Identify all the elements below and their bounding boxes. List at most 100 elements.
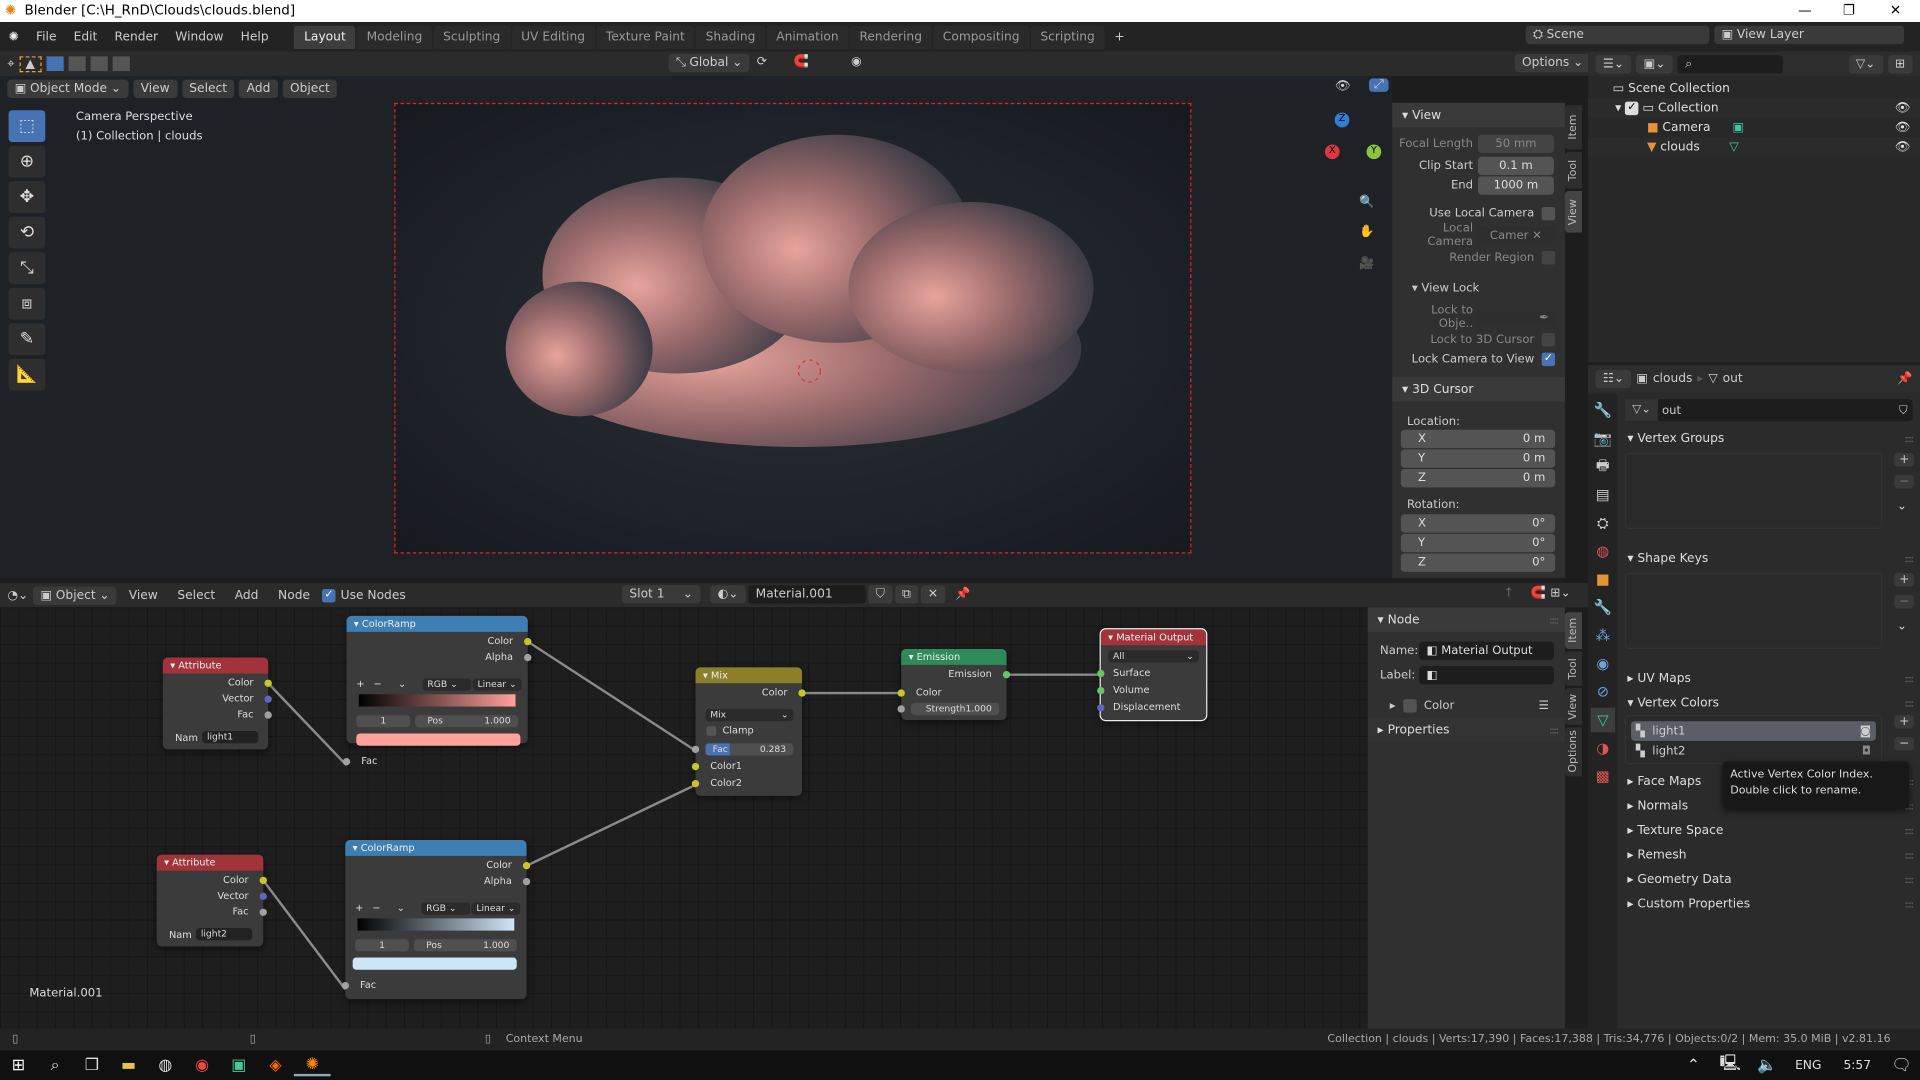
- tool-settings-tab-icon[interactable]: 🔧: [1591, 398, 1615, 422]
- input-socket-displacement[interactable]: [1097, 704, 1105, 712]
- scale-tool-icon[interactable]: ⤡: [8, 252, 46, 285]
- snap-icon[interactable]: 🧲: [1531, 587, 1546, 600]
- outliner-search-input[interactable]: ⌕: [1677, 54, 1784, 73]
- tab-shading[interactable]: Shading: [695, 25, 766, 49]
- tab-scripting[interactable]: Scripting: [1030, 25, 1105, 49]
- material-output-node[interactable]: ▾ Material Output All ⌄ Surface Volume Di…: [1097, 628, 1208, 722]
- sidebar-tab-item[interactable]: Item: [1564, 105, 1583, 150]
- sidebar-tab-view[interactable]: View: [1564, 191, 1583, 233]
- attribute-node-2[interactable]: ▾ Attribute Color Vector Fac Nam light2: [156, 854, 267, 947]
- material-name-field[interactable]: Material.001: [748, 585, 866, 604]
- attribute-name-field[interactable]: light2: [195, 928, 253, 941]
- tab-rendering[interactable]: Rendering: [849, 25, 932, 49]
- viewport-menu-object[interactable]: Object: [282, 78, 338, 98]
- proportional-edit-icon[interactable]: ◉: [851, 55, 862, 68]
- menu-edit[interactable]: Edit: [65, 30, 106, 43]
- render-region-checkbox[interactable]: [1541, 250, 1556, 264]
- texture-space-header[interactable]: ▸ Texture Space::::: [1618, 818, 1920, 842]
- geometry-data-header[interactable]: ▸ Geometry Data::::: [1618, 867, 1920, 891]
- camera-view-icon[interactable]: 🎥: [1359, 257, 1374, 270]
- input-socket-strength[interactable]: [897, 705, 905, 713]
- slot-dropdown[interactable]: Slot 1 ⌄: [622, 585, 701, 604]
- location-z-field[interactable]: Z 0 m: [1400, 468, 1556, 488]
- remove-shape-key-button[interactable]: −: [1894, 595, 1915, 609]
- uv-maps-header[interactable]: ▸ UV Maps::::: [1618, 666, 1920, 690]
- viewport-menu-view[interactable]: View: [133, 78, 178, 98]
- output-socket-fac[interactable]: [264, 711, 272, 719]
- eye-icon[interactable]: 👁: [1895, 121, 1911, 134]
- node-panel-header[interactable]: ▾ Node::::: [1367, 607, 1565, 632]
- select-mode-extend-icon[interactable]: [68, 56, 86, 72]
- node-menu-node[interactable]: Node: [271, 586, 318, 604]
- use-nodes-checkbox[interactable]: ✓: [322, 588, 336, 602]
- transform-tool-icon[interactable]: ⧈: [8, 287, 46, 320]
- material-browse-icon[interactable]: ◐⌄: [710, 585, 746, 604]
- app-icon[interactable]: ◍: [147, 1056, 184, 1074]
- shader-type-dropdown[interactable]: ▣ Object ⌄: [33, 585, 117, 605]
- scene-selector[interactable]: ⛭ Scene: [1525, 25, 1710, 45]
- mix-node[interactable]: ▾ Mix Color Mix ⌄ Clamp Fac 0.283 Color1 …: [691, 667, 806, 796]
- outliner-collection[interactable]: ▾ ✓ ▭ Collection 👁: [1588, 97, 1920, 118]
- select-tool-icon[interactable]: ▲: [19, 55, 42, 72]
- constraints-tab-icon[interactable]: ⊘: [1591, 680, 1615, 704]
- parent-node-tree-icon[interactable]: ↑: [1504, 587, 1514, 600]
- menu-window[interactable]: Window: [167, 30, 232, 43]
- particles-tab-icon[interactable]: ⁂: [1591, 623, 1615, 647]
- eye-icon[interactable]: 👁: [1895, 101, 1911, 114]
- view-layer-tab-icon[interactable]: ▤: [1591, 482, 1615, 506]
- location-y-field[interactable]: Y 0 m: [1400, 449, 1556, 468]
- blender-menu-icon[interactable]: ✺: [0, 30, 27, 43]
- output-socket-color[interactable]: [264, 679, 272, 687]
- material-tab-icon[interactable]: ◑: [1591, 736, 1615, 760]
- lock-to-cursor-checkbox[interactable]: [1541, 332, 1556, 346]
- filter-icon[interactable]: ▽⌄: [1848, 54, 1883, 73]
- stop-index-field[interactable]: 1: [356, 715, 411, 728]
- visibility-icon[interactable]: 👁: [1335, 80, 1351, 93]
- menu-file[interactable]: File: [27, 30, 65, 43]
- node-header[interactable]: ▾ ColorRamp: [345, 840, 527, 856]
- view-panel-header[interactable]: ▾ View: [1392, 102, 1565, 128]
- node-menu-add[interactable]: Add: [227, 586, 265, 604]
- shape-keys-listbox[interactable]: [1624, 573, 1883, 649]
- tab-sculpting[interactable]: Sculpting: [433, 25, 511, 49]
- color-mode-dropdown[interactable]: RGB ⌄: [422, 678, 472, 691]
- output-tab-icon[interactable]: 🖶: [1591, 454, 1615, 478]
- pin-icon[interactable]: 📌: [1897, 372, 1912, 385]
- mesh-data-tab-icon[interactable]: ▽: [1590, 707, 1616, 733]
- vertex-colors-header[interactable]: ▾ Vertex Colors::::: [1618, 691, 1920, 715]
- duplicate-material-icon[interactable]: ⧉: [894, 585, 919, 604]
- node-header[interactable]: ▾ Attribute: [162, 657, 269, 674]
- maximize-button[interactable]: ❐: [1827, 0, 1871, 22]
- colorramp-node-1[interactable]: ▾ ColorRamp Color Alpha + − ⌄ RGB ⌄ Line…: [342, 615, 532, 767]
- texture-tab-icon[interactable]: ▩: [1591, 764, 1615, 788]
- input-socket-volume[interactable]: [1097, 686, 1105, 695]
- local-camera-field[interactable]: Camer ✕: [1477, 225, 1554, 245]
- output-socket-color[interactable]: [522, 862, 531, 870]
- search-icon[interactable]: ⌕: [37, 1056, 74, 1074]
- input-socket-fac[interactable]: [342, 757, 351, 766]
- remesh-header[interactable]: ▸ Remesh::::: [1618, 842, 1920, 866]
- navigation-gizmo[interactable]: Z X Y: [1300, 110, 1386, 196]
- shape-keys-header[interactable]: ▾ Shape Keys::::: [1618, 546, 1920, 570]
- unlink-material-icon[interactable]: ✕: [920, 585, 946, 604]
- rotation-z-field[interactable]: Z 0°: [1400, 553, 1556, 572]
- pivot-icon[interactable]: ⟳: [757, 55, 767, 68]
- color-ramp-gradient[interactable]: [358, 694, 516, 707]
- vertex-groups-listbox[interactable]: [1624, 453, 1883, 529]
- tab-modeling[interactable]: Modeling: [356, 25, 433, 49]
- close-window-button[interactable]: ✕: [1873, 0, 1917, 22]
- menu-render[interactable]: Render: [106, 30, 167, 43]
- node-header[interactable]: ▾ Emission: [901, 648, 1007, 665]
- output-socket-alpha[interactable]: [524, 653, 532, 662]
- use-custom-color-checkbox[interactable]: [1403, 698, 1417, 713]
- node-label-field[interactable]: ◧: [1419, 665, 1554, 684]
- language-indicator[interactable]: ENG: [1785, 1059, 1831, 1072]
- eyedropper-icon[interactable]: ✒: [1539, 310, 1549, 323]
- app-icon[interactable]: ▣: [220, 1056, 257, 1074]
- properties-panel-header[interactable]: ▸ Properties::::: [1367, 717, 1565, 743]
- stop-position-field[interactable]: Pos 1.000: [413, 939, 517, 952]
- input-socket-color2[interactable]: [691, 780, 700, 788]
- select-box-tool-icon[interactable]: ⬚: [8, 110, 46, 143]
- attribute-node-1[interactable]: ▾ Attribute Color Vector Fac Nam light1: [162, 657, 272, 750]
- tray-chevron-icon[interactable]: ⌃: [1675, 1056, 1712, 1074]
